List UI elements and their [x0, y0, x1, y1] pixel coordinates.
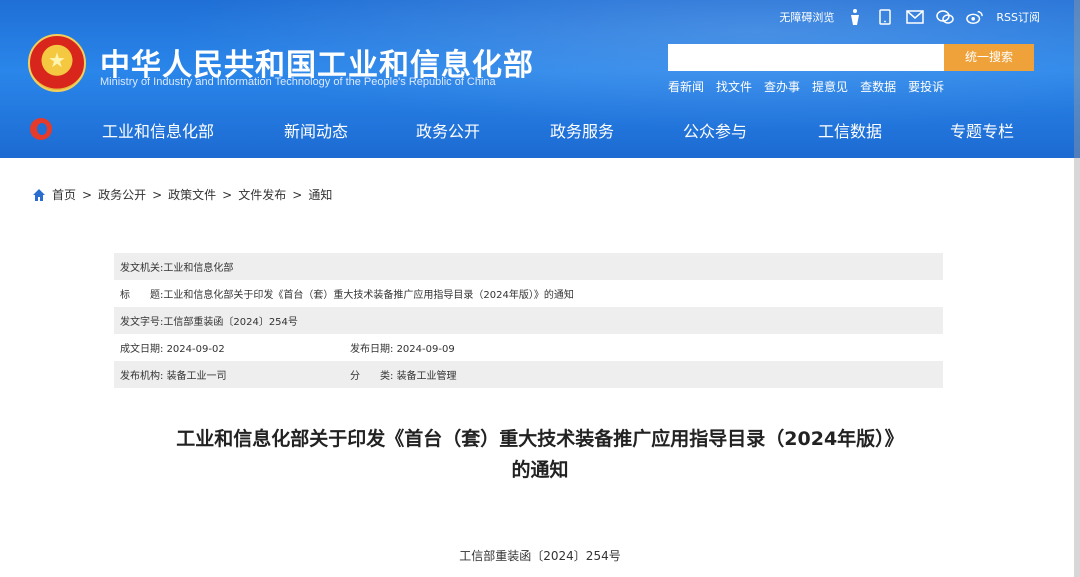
breadcrumb-file-release[interactable]: 文件发布 [238, 186, 286, 203]
breadcrumb-notice[interactable]: 通知 [308, 186, 332, 203]
meta-value-doc-no: 工信部重装函〔2024〕254号 [163, 317, 298, 328]
breadcrumb-home[interactable]: 首页 [52, 186, 76, 203]
meta-label: 发文机关: [120, 263, 164, 274]
meta-label: 成文日期: [120, 344, 164, 355]
meta-value-issuer: 工业和信息化部 [163, 263, 234, 274]
quick-link-suggestions[interactable]: 提意见 [812, 78, 848, 95]
quick-link-data[interactable]: 查数据 [860, 78, 896, 95]
main-nav: 工业和信息化部 新闻动态 政务公开 政务服务 公众参与 工信数据 专题专栏 [0, 108, 1080, 150]
meta-value-title: 工业和信息化部关于印发《首台（套）重大技术装备推广应用指导目录（2024年版）》… [163, 290, 574, 301]
nav-item-data[interactable]: 工信数据 [818, 118, 882, 142]
nav-item-services[interactable]: 政务服务 [550, 118, 614, 142]
meta-value-category: 装备工业管理 [396, 371, 457, 382]
search-button[interactable]: 统一搜索 [944, 44, 1034, 71]
meta-label: 发文字号: [120, 317, 164, 328]
mobile-icon[interactable] [876, 8, 894, 26]
site-subtitle: Ministry of Industry and Information Tec… [100, 76, 496, 88]
elder-mode-icon[interactable] [846, 8, 864, 26]
meta-row-org: 发布机构: 装备工业一司 分 类: 装备工业管理 [114, 361, 943, 388]
document-title-line2: 的通知 [511, 459, 569, 481]
window-edge [1074, 0, 1080, 577]
search-input[interactable] [668, 44, 944, 71]
breadcrumb-policy-files[interactable]: 政策文件 [168, 186, 216, 203]
meta-label: 标 题: [120, 290, 164, 301]
meta-label: 发布机构: [120, 371, 164, 382]
document-title-line1: 工业和信息化部关于印发《首台（套）重大技术装备推广应用指导目录（2024年版）》 [176, 428, 904, 450]
breadcrumb: 首页 > 政务公开 > 政策文件 > 文件发布 > 通知 [32, 186, 332, 203]
national-emblem-icon: ★ [28, 34, 86, 92]
breadcrumb-separator: > [292, 187, 303, 202]
rss-link[interactable]: RSS订阅 [996, 9, 1040, 25]
wechat-icon[interactable] [936, 8, 955, 26]
meta-org: 发布机构: 装备工业一司 [120, 367, 350, 382]
meta-value-org: 装备工业一司 [166, 371, 227, 382]
accessibility-link[interactable]: 无障碍浏览 [779, 9, 834, 25]
breadcrumb-separator: > [82, 187, 93, 202]
home-icon[interactable] [32, 188, 46, 202]
meta-category: 分 类: 装备工业管理 [350, 367, 457, 382]
nav-item-topics[interactable]: 专题专栏 [950, 118, 1014, 142]
breadcrumb-separator: > [222, 187, 233, 202]
document-meta-table: 发文机关: 工业和信息化部 标 题: 工业和信息化部关于印发《首台（套）重大技术… [114, 253, 943, 388]
meta-row-issuer: 发文机关: 工业和信息化部 [114, 253, 943, 280]
quick-link-complaints[interactable]: 要投诉 [908, 78, 944, 95]
document-title: 工业和信息化部关于印发《首台（套）重大技术装备推广应用指导目录（2024年版）》… [0, 424, 1080, 486]
quick-link-services[interactable]: 查办事 [764, 78, 800, 95]
weibo-icon[interactable] [966, 8, 984, 26]
meta-row-title: 标 题: 工业和信息化部关于印发《首台（套）重大技术装备推广应用指导目录（202… [114, 280, 943, 307]
breadcrumb-separator: > [152, 187, 163, 202]
site-header: ★ 中华人民共和国工业和信息化部 Ministry of Industry an… [0, 0, 1080, 158]
nav-item-government-affairs[interactable]: 政务公开 [416, 118, 480, 142]
meta-label: 分 类: [350, 371, 394, 382]
nav-item-news[interactable]: 新闻动态 [284, 118, 348, 142]
nav-logo-icon[interactable] [30, 118, 52, 140]
meta-created: 成文日期: 2024-09-02 [120, 340, 350, 355]
meta-value-created: 2024-09-02 [166, 344, 225, 355]
breadcrumb-government-affairs[interactable]: 政务公开 [98, 186, 146, 203]
quick-link-files[interactable]: 找文件 [716, 78, 752, 95]
meta-published: 发布日期: 2024-09-09 [350, 340, 455, 355]
quick-links: 看新闻 找文件 查办事 提意见 查数据 要投诉 [668, 78, 944, 95]
meta-row-dates: 成文日期: 2024-09-02 发布日期: 2024-09-09 [114, 334, 943, 361]
meta-row-doc-no: 发文字号: 工信部重装函〔2024〕254号 [114, 307, 943, 334]
mail-icon[interactable] [906, 8, 925, 26]
meta-label: 发布日期: [350, 344, 394, 355]
nav-item-ministry[interactable]: 工业和信息化部 [102, 118, 214, 142]
nav-item-participation[interactable]: 公众参与 [683, 118, 747, 142]
quick-link-news[interactable]: 看新闻 [668, 78, 704, 95]
document-number: 工信部重装函〔2024〕254号 [459, 549, 621, 563]
top-links: 无障碍浏览 RSS订阅 [779, 6, 1040, 28]
meta-value-published: 2024-09-09 [396, 344, 455, 355]
